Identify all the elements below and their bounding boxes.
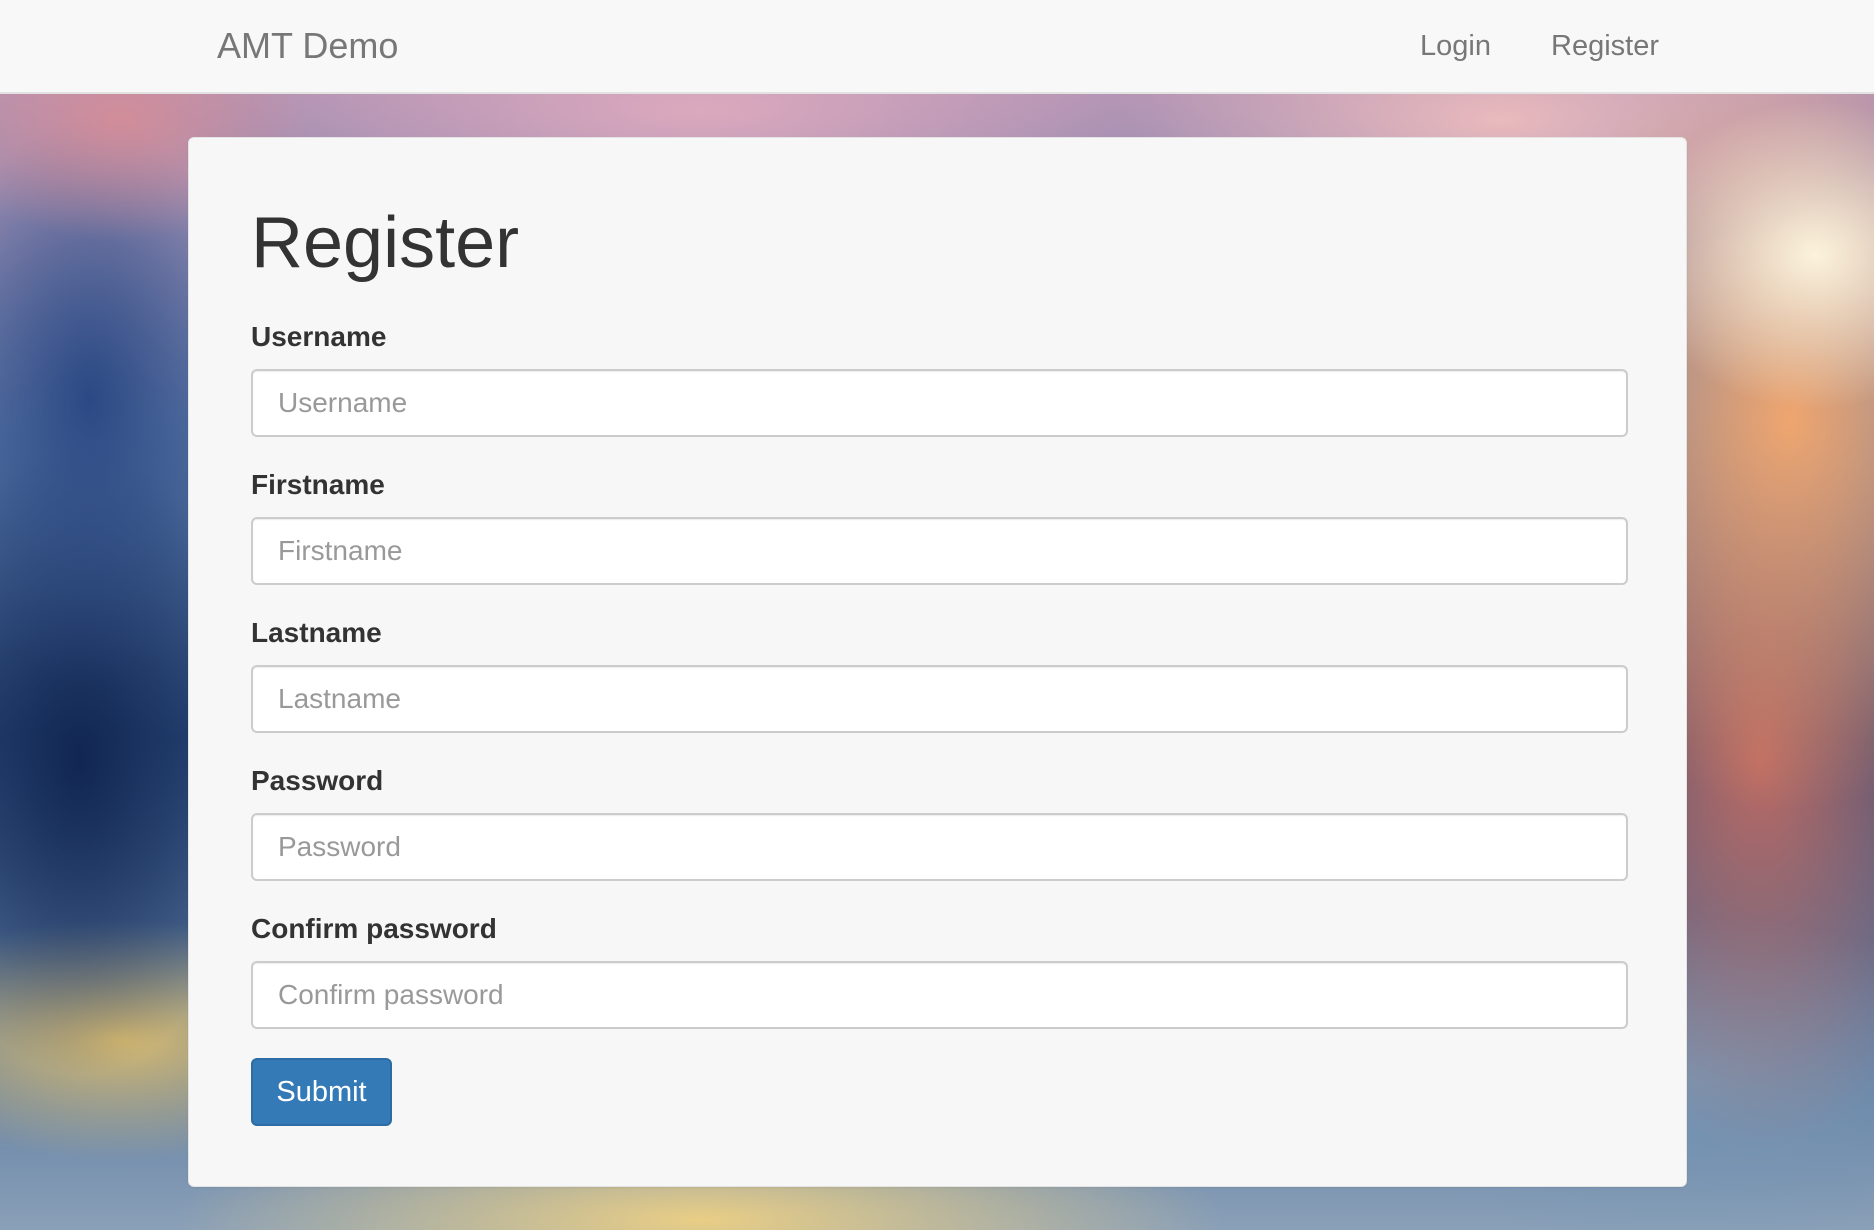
lastname-input[interactable]	[251, 665, 1628, 733]
page: AMT Demo Login Register Register Usernam…	[0, 0, 1874, 1230]
firstname-label: Firstname	[251, 469, 385, 500]
submit-button[interactable]: Submit	[251, 1058, 392, 1126]
confirm-password-group: Confirm password	[251, 909, 1628, 1029]
firstname-input[interactable]	[251, 517, 1628, 585]
nav-register-link[interactable]: Register	[1551, 22, 1659, 70]
username-label: Username	[251, 321, 387, 352]
confirm-password-input[interactable]	[251, 961, 1628, 1029]
password-group: Password	[251, 761, 1628, 881]
navbar: AMT Demo Login Register	[0, 0, 1874, 94]
password-input[interactable]	[251, 813, 1628, 881]
register-card: Register Username Firstname Lastname Pas…	[188, 137, 1687, 1187]
brand-link[interactable]: AMT Demo	[217, 22, 398, 70]
username-input[interactable]	[251, 369, 1628, 437]
firstname-group: Firstname	[251, 465, 1628, 585]
password-label: Password	[251, 765, 384, 796]
nav-links: Login Register	[1420, 22, 1659, 70]
nav-login-link[interactable]: Login	[1420, 22, 1491, 70]
username-group: Username	[251, 317, 1628, 437]
lastname-group: Lastname	[251, 613, 1628, 733]
page-title: Register	[251, 203, 520, 283]
lastname-label: Lastname	[251, 617, 382, 648]
confirm-password-label: Confirm password	[251, 913, 497, 944]
